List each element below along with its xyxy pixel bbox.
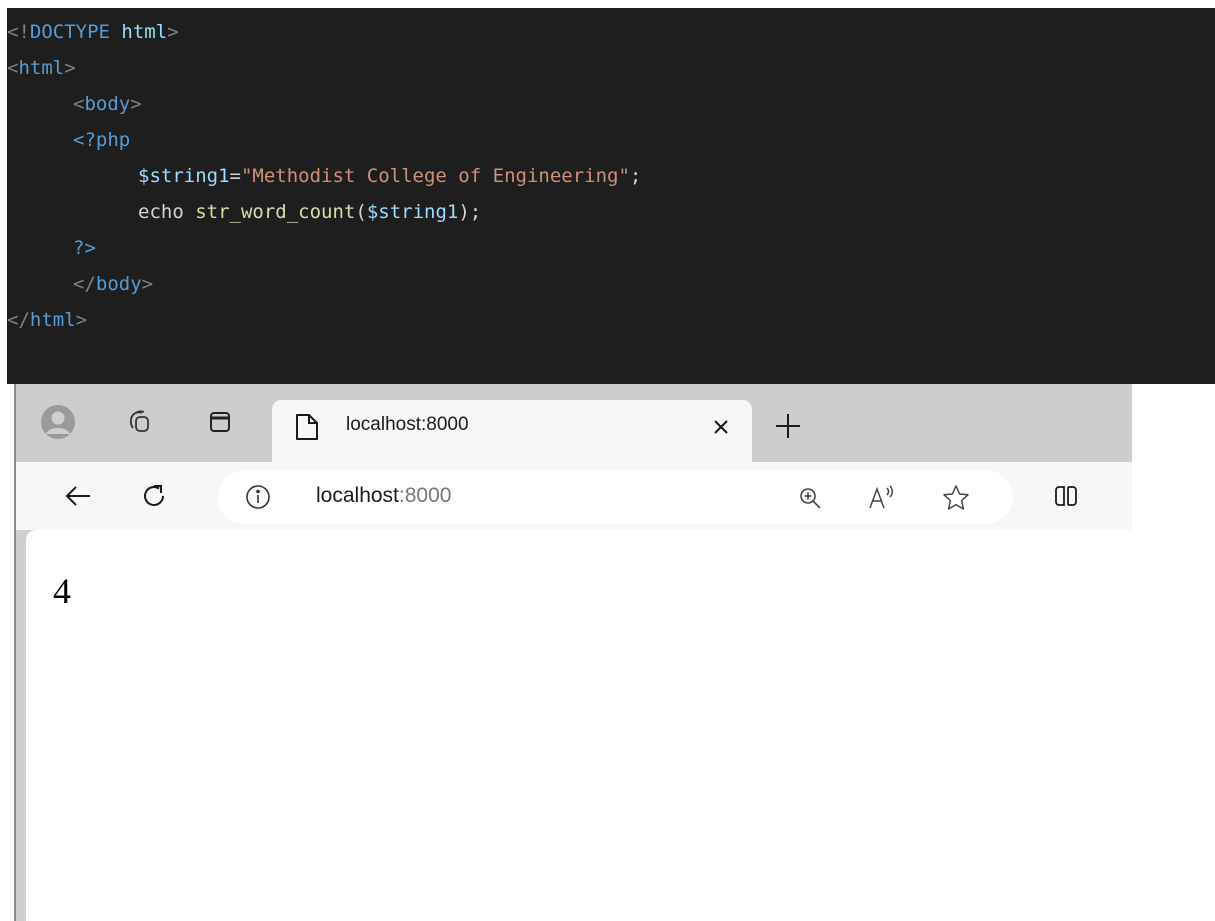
code-token: $string1 [366,201,459,223]
tab-title: localhost:8000 [346,414,469,435]
page-output-text: 4 [53,571,71,611]
code-token: </ [7,309,30,331]
browser-toolbar: localhost:8000 [16,462,1132,530]
code-line: <html> [7,50,1215,86]
code-token: html [29,309,76,331]
code-token: > [64,57,76,79]
refresh-icon[interactable] [134,476,174,516]
code-token: ); [458,201,482,223]
code-token: DOCTYPE [29,21,110,43]
code-line: </body> [7,266,1215,302]
code-token: > [141,273,154,295]
close-icon[interactable] [708,414,734,440]
code-token: ( [355,201,367,223]
code-line: <!DOCTYPE html> [7,14,1215,50]
code-line: </html> [7,302,1215,338]
code-line: <?php [7,122,1215,158]
code-token: html [18,57,65,79]
tab-actions-icon[interactable] [200,402,240,442]
code-token: ?> [73,237,96,259]
read-aloud-icon[interactable] [866,482,898,514]
split-screen-icon[interactable] [1046,476,1086,516]
zoom-in-icon[interactable] [794,482,826,514]
tab-strip: localhost:8000 [16,384,1132,462]
url-text[interactable]: localhost:8000 [316,484,451,508]
code-token: html [121,21,168,43]
code-token: > [167,21,179,43]
code-token: > [75,309,88,331]
code-token: "Methodist College of Engineering" [240,165,630,187]
code-token: < [73,93,85,115]
profile-avatar-icon[interactable] [38,402,78,442]
code-token: str_word_count [195,201,356,223]
code-token: = [229,165,241,187]
tab-localhost[interactable]: localhost:8000 [272,400,752,462]
code-editor: <!DOCTYPE html> <html> <body> <?php $string1… [7,8,1215,384]
browser-window: localhost:8000 localhost:8000 4 [14,384,1132,921]
code-token: echo [138,201,196,223]
code-token: </ [73,273,96,295]
code-line: ?> [7,230,1215,266]
code-token: <?php [73,129,131,151]
star-icon[interactable] [940,482,972,514]
code-token: ; [629,165,642,187]
code-lines: <!DOCTYPE html> <html> <body> <?php $string1… [7,14,1215,338]
url-host: localhost [316,484,399,507]
address-bar[interactable]: localhost:8000 [218,470,1013,524]
code-token: body [84,93,131,115]
code-token: $string1 [138,165,230,187]
code-token: < [7,57,19,79]
code-token: body [95,273,142,295]
code-line: $string1="Methodist College of Engineeri… [7,158,1215,194]
collections-icon[interactable] [120,402,160,442]
back-arrow-icon[interactable] [58,476,98,516]
code-token: <! [7,21,30,43]
url-port: :8000 [398,484,452,507]
info-icon[interactable] [244,483,272,511]
code-line: echo str_word_count($string1); [7,194,1215,230]
code-line: <body> [7,86,1215,122]
plus-icon[interactable] [772,410,804,442]
page-icon [296,414,318,440]
page-viewport: 4 [26,530,1132,921]
code-token: > [130,93,142,115]
